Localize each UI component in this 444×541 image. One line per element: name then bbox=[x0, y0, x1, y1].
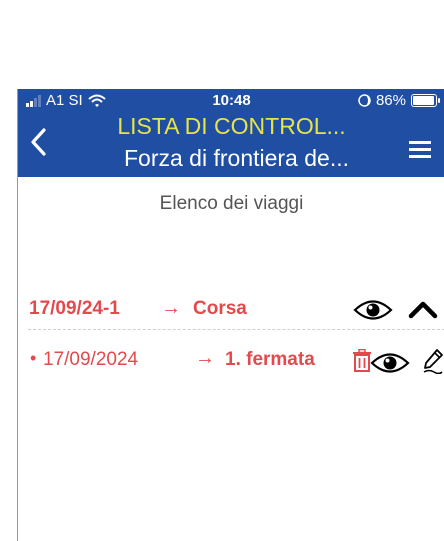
stop-bullet: • bbox=[30, 348, 37, 368]
trip-id: 17/09/24-1 bbox=[29, 298, 120, 319]
eye-icon[interactable] bbox=[353, 299, 393, 321]
status-right: 86% bbox=[358, 92, 440, 109]
trip-arrow: → bbox=[161, 297, 181, 319]
trip-type: Corsa bbox=[193, 298, 247, 319]
stop-arrow: → bbox=[195, 347, 215, 369]
stop-row[interactable]: • 17/09/2024 → 1. fermata bbox=[18, 344, 444, 378]
battery-icon bbox=[411, 94, 440, 107]
pencil-icon[interactable] bbox=[422, 348, 444, 374]
row-divider bbox=[28, 329, 444, 330]
list-heading: Elenco dei viaggi bbox=[159, 193, 304, 214]
battery-percent: 86% bbox=[375, 92, 406, 109]
stop-name: 1. fermata bbox=[225, 349, 315, 370]
eye-icon[interactable] bbox=[370, 352, 410, 374]
trip-row[interactable]: 17/09/24-1 → Corsa bbox=[18, 295, 444, 325]
stop-date: 17/09/2024 bbox=[43, 349, 139, 370]
moon-icon bbox=[358, 94, 371, 107]
status-bar: A1 SI 10:48 86% bbox=[18, 89, 444, 111]
page-subtitle: Forza di frontiera de... bbox=[124, 145, 349, 171]
menu-icon[interactable] bbox=[409, 141, 431, 158]
page-title: LISTA DI CONTROL... bbox=[117, 113, 346, 139]
app-screen: A1 SI 10:48 86% LISTA DI CONTROL... Forz… bbox=[17, 89, 444, 541]
chevron-up-icon[interactable] bbox=[405, 298, 441, 322]
trash-icon[interactable] bbox=[352, 349, 372, 373]
back-arrow-icon[interactable] bbox=[28, 127, 50, 157]
top-bar: A1 SI 10:48 86% LISTA DI CONTROL... Forz… bbox=[18, 89, 444, 177]
